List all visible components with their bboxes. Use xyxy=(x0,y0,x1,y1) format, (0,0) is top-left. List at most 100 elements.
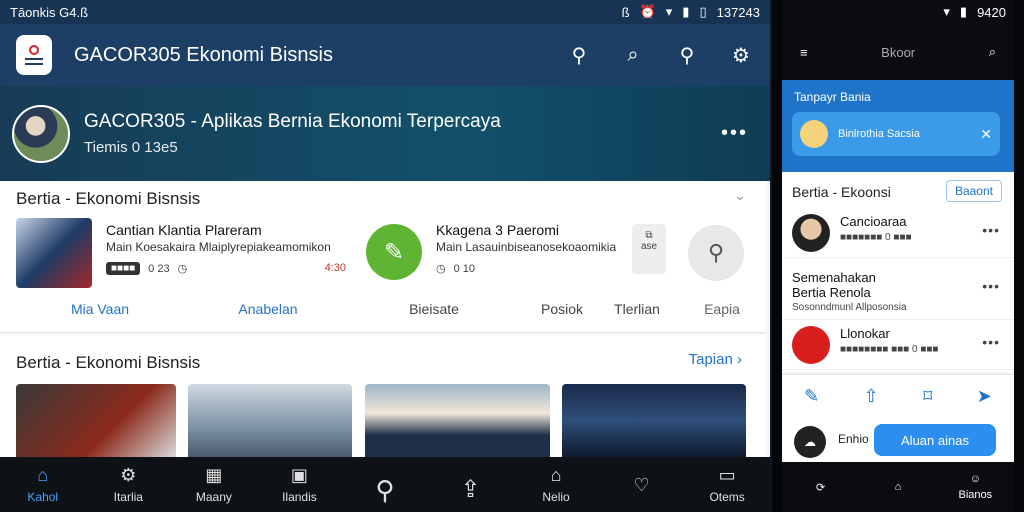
search-icon[interactable]: ⌕ xyxy=(989,44,996,60)
list-item[interactable]: Cancioaraa ■■■■■■■ 0 ■■■ ••• xyxy=(782,208,1014,258)
status-time: 137243 xyxy=(716,4,760,20)
banner-item[interactable]: Binlrothia Sacsia ✕ xyxy=(792,112,1000,156)
nav-item[interactable]: ▭ Otems xyxy=(692,465,762,504)
upload-icon: ⇪ xyxy=(460,475,481,503)
phone-status-time: 9420 xyxy=(977,4,1006,20)
list-item-sub: ■■■■■■■■ ■■■ 0 ■■■ xyxy=(840,344,939,355)
notification-icon[interactable]: ⚲ xyxy=(674,43,700,68)
settings-gear-icon[interactable]: ⚙ xyxy=(728,43,754,68)
news-count: 0 23 xyxy=(148,262,170,275)
nav-profile[interactable]: ☺ Bianos xyxy=(947,473,1003,501)
see-all-link[interactable]: Tapian › xyxy=(689,351,742,368)
cta-label: Enhio xyxy=(838,432,869,446)
hero-banner[interactable]: GACOR305 - Aplikas Bernia Ekonomi Terper… xyxy=(0,86,770,181)
close-icon[interactable]: ✕ xyxy=(980,126,992,143)
nav-item[interactable]: ⚙ Itarlia xyxy=(93,465,163,504)
list-item-name: Llonokar xyxy=(840,326,890,341)
magnifier-icon[interactable]: ⚲ xyxy=(688,225,744,281)
refresh-icon: ⟳ xyxy=(816,481,826,494)
clock-icon: ◷ xyxy=(177,263,188,275)
share-icon: ⧉ xyxy=(645,230,653,241)
phone-title: Bkoor xyxy=(881,44,916,60)
news-thumbnail xyxy=(16,218,92,288)
nav-upload[interactable]: ⇪ xyxy=(436,475,506,503)
news-section: Bertia - Ekonomi Bisnsis Tapian › xyxy=(0,335,766,457)
phone-screen: ▾ ▮ 9420 ≡ Bkoor ⌕ Tanpayr Bania Binlrot… xyxy=(782,0,1014,512)
cloud-icon[interactable]: ☁ xyxy=(794,426,826,458)
news-title: Kkagena 3 Paeromi xyxy=(436,222,559,238)
bottom-navigation: ⌂ Kahol ⚙ Itarlia ▦ Maany ▣ Ilandis ⚲ ⇪ ⌂ Nel… xyxy=(0,457,770,512)
list-item-name: Semenahakan Bertia Renola xyxy=(792,270,876,300)
phone-mockup: ▾ ▮ 9420 ≡ Bkoor ⌕ Tanpayr Bania Binlrot… xyxy=(772,0,1024,512)
news-count: 0 10 xyxy=(453,262,476,275)
article-image[interactable] xyxy=(188,384,352,457)
article-image[interactable] xyxy=(16,384,176,457)
nav-search[interactable]: ⚲ xyxy=(350,475,420,505)
article-image[interactable] xyxy=(562,384,746,457)
news-card: Bertia - Ekonomi Bisnsis ⌄ Cantian Klant… xyxy=(0,181,766,333)
more-options-icon[interactable]: ••• xyxy=(982,334,1000,350)
leaf-app-icon: ✎ xyxy=(366,224,422,280)
home-icon: ⌂ xyxy=(894,481,902,493)
news-item[interactable]: ✎ Kkagena 3 Paeromi Main Lasauinbiseanos… xyxy=(366,218,626,290)
nav-item[interactable]: ▦ Maany xyxy=(179,465,249,504)
signal-icon: ▮ xyxy=(682,4,690,19)
nav-item[interactable]: ⌂ Nelio xyxy=(521,465,591,504)
app-title: GACOR305 Ekonomi Bisnsis xyxy=(74,43,333,66)
clock-icon: ◷ xyxy=(436,263,446,275)
news-item[interactable]: Cantian Klantia Plareram Main Koesakaira… xyxy=(16,218,346,290)
bookmark-icon[interactable]: ⌑ xyxy=(923,386,932,407)
news-subtitle: Main Koesakaira Mlaiplyrepiakeamomikon xyxy=(106,240,331,254)
nav-item[interactable]: ♡ xyxy=(607,475,677,495)
nav-home[interactable]: ⌂ Kahol xyxy=(8,465,78,504)
nav-item[interactable]: ▣ Ilandis xyxy=(264,465,334,504)
avatar xyxy=(792,214,830,252)
nav-home[interactable]: ⌂ xyxy=(870,481,926,493)
article-image[interactable] xyxy=(365,384,550,457)
more-options-icon[interactable]: ••• xyxy=(982,222,1000,238)
category-tabs: Mia Vaan Anabelan Bieisate Posiok Tlerli… xyxy=(0,301,766,317)
chevron-down-icon[interactable]: ⌄ xyxy=(734,187,746,204)
app-logo-icon[interactable] xyxy=(16,35,52,75)
app-icon xyxy=(792,326,830,364)
send-icon[interactable]: ➤ xyxy=(977,386,992,407)
list-action-button[interactable]: Baaont xyxy=(945,180,1002,202)
search-icon[interactable]: ⌕ xyxy=(620,44,646,67)
news-subtitle: Main Lasauinbiseanosekoaomikia xyxy=(436,240,617,254)
banner-item-text: Binlrothia Sacsia xyxy=(838,128,920,140)
tab-category[interactable]: Mia Vaan xyxy=(0,301,200,317)
status-bar: Tāonkis G4.ß ß ⏰ ▾ ▮ ▯ 137243 xyxy=(0,0,770,24)
phone-feature-banner: Tanpayr Bania Binlrothia Sacsia ✕ xyxy=(782,80,1014,172)
more-options-icon[interactable]: ••• xyxy=(721,122,748,145)
tab-category[interactable]: Bieisate xyxy=(336,301,532,317)
list-item[interactable]: Llonokar ■■■■■■■■ ■■■ 0 ■■■ ••• xyxy=(782,320,1014,370)
news-time: 4:30 xyxy=(324,262,346,274)
news-title: Cantian Klantia Plareram xyxy=(106,222,262,238)
list-item-name: Cancioaraa xyxy=(840,214,907,229)
microphone-icon[interactable]: ⚲ xyxy=(566,43,592,68)
share-button[interactable]: ⧉ ase xyxy=(632,224,666,274)
tab-category[interactable]: Posiok xyxy=(532,301,592,317)
tab-category[interactable]: Eapia xyxy=(682,301,762,317)
more-options-icon[interactable]: ••• xyxy=(982,278,1000,294)
list-item[interactable]: Semenahakan Bertia Renola Sosonndmunl Al… xyxy=(782,264,1014,320)
wifi-icon: ▾ xyxy=(943,4,950,19)
tab-category[interactable]: Anabelan xyxy=(200,301,336,317)
top-app-bar: GACOR305 Ekonomi Bisnsis ⚲ ⌕ ⚲ ⚙ xyxy=(0,24,770,86)
newspaper-icon: ▦ xyxy=(205,465,223,485)
home-icon: ⌂ xyxy=(37,465,49,485)
menu-icon[interactable]: ≡ xyxy=(800,45,808,60)
nav-refresh[interactable]: ⟳ xyxy=(793,481,849,494)
phone-status-bar: ▾ ▮ 9420 xyxy=(782,0,1014,24)
heart-icon: ♡ xyxy=(633,474,650,495)
share-icon[interactable]: ⇧ xyxy=(864,386,879,407)
edit-icon[interactable]: ✎ xyxy=(804,386,819,407)
list-item-sub: Sosonndmunl Allposonsia xyxy=(792,302,907,313)
wifi-icon: ▾ xyxy=(665,4,673,19)
tab-category[interactable]: Tlerlian xyxy=(592,301,682,317)
share-label: ase xyxy=(640,241,658,252)
bluetooth-icon: ß xyxy=(621,4,630,20)
cta-button[interactable]: Aluan ainas xyxy=(874,424,996,456)
gear-icon: ⚙ xyxy=(120,465,137,485)
phone-top-bar: ≡ Bkoor ⌕ xyxy=(782,24,1014,80)
